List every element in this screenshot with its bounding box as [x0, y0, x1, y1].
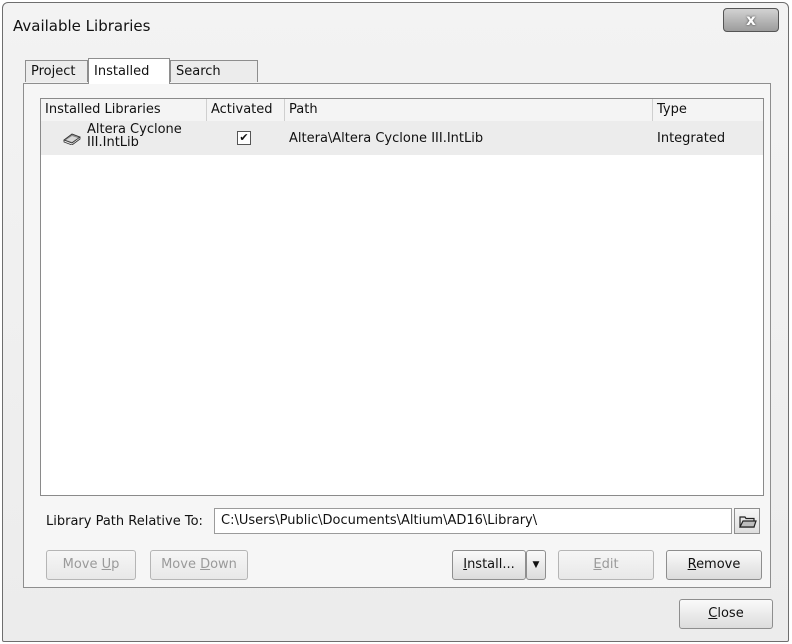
edit-label-post: dit — [601, 557, 619, 572]
window-title: Available Libraries — [13, 17, 151, 35]
move-down-button[interactable]: Move Down — [150, 550, 248, 580]
table-row[interactable]: Altera Cyclone III.IntLib ✔ Altera\Alter… — [41, 121, 763, 155]
move-up-label-post: p — [111, 557, 120, 572]
close-mnemonic: C — [708, 606, 718, 621]
edit-button[interactable]: Edit — [558, 550, 654, 580]
browse-folder-button[interactable] — [734, 508, 760, 534]
move-down-label-pre: Move — [161, 557, 201, 572]
column-header-installed-libraries[interactable]: Installed Libraries — [41, 99, 207, 121]
column-header-type[interactable]: Type — [653, 99, 765, 121]
move-up-label-pre: Move — [62, 557, 102, 572]
list-header: Installed Libraries Activated Path Type — [41, 99, 763, 122]
chevron-down-icon: ▼ — [532, 560, 540, 570]
activated-checkbox[interactable]: ✔ — [237, 131, 251, 145]
edit-mnemonic: E — [593, 557, 602, 572]
tab-search-path[interactable]: Search Path — [170, 60, 258, 100]
library-name: Altera Cyclone III.IntLib — [87, 123, 247, 149]
library-name-line2: III.IntLib — [87, 135, 139, 150]
library-book-icon — [63, 133, 81, 145]
library-path-label: Library Path Relative To: — [46, 514, 203, 529]
tab-installed[interactable]: Installed — [88, 58, 170, 84]
library-path-input[interactable]: C:\Users\Public\Documents\Altium\AD16\Li… — [214, 508, 732, 534]
window-close-button[interactable]: x — [723, 8, 779, 32]
title-bar: Available Libraries x — [3, 3, 788, 43]
library-type-cell: Integrated — [657, 131, 726, 146]
close-button[interactable]: Close — [679, 599, 773, 629]
install-button[interactable]: Install... — [452, 550, 526, 580]
column-header-path[interactable]: Path — [285, 99, 653, 121]
check-mark-icon: ✔ — [239, 131, 249, 144]
install-dropdown-button[interactable]: ▼ — [526, 550, 546, 580]
column-header-activated[interactable]: Activated — [207, 99, 285, 121]
remove-button[interactable]: Remove — [666, 550, 762, 580]
installed-libraries-list[interactable]: Installed Libraries Activated Path Type … — [40, 98, 764, 496]
installed-panel: Installed Libraries Activated Path Type … — [23, 83, 771, 588]
move-up-mnemonic: U — [101, 557, 112, 572]
close-label-post: lose — [717, 606, 744, 621]
tab-project[interactable]: Project — [25, 60, 88, 82]
available-libraries-dialog: Available Libraries x Project Installed … — [2, 2, 789, 642]
move-down-label-post: own — [210, 557, 237, 572]
move-up-button[interactable]: Move Up — [46, 550, 136, 580]
close-icon: x — [746, 11, 756, 29]
install-label-post: nstall... — [467, 557, 515, 572]
folder-open-icon — [739, 516, 757, 528]
remove-mnemonic: R — [687, 557, 697, 572]
remove-label-post: emove — [696, 557, 741, 572]
library-path-cell: Altera\Altera Cyclone III.IntLib — [289, 131, 484, 146]
move-down-mnemonic: D — [200, 557, 211, 572]
